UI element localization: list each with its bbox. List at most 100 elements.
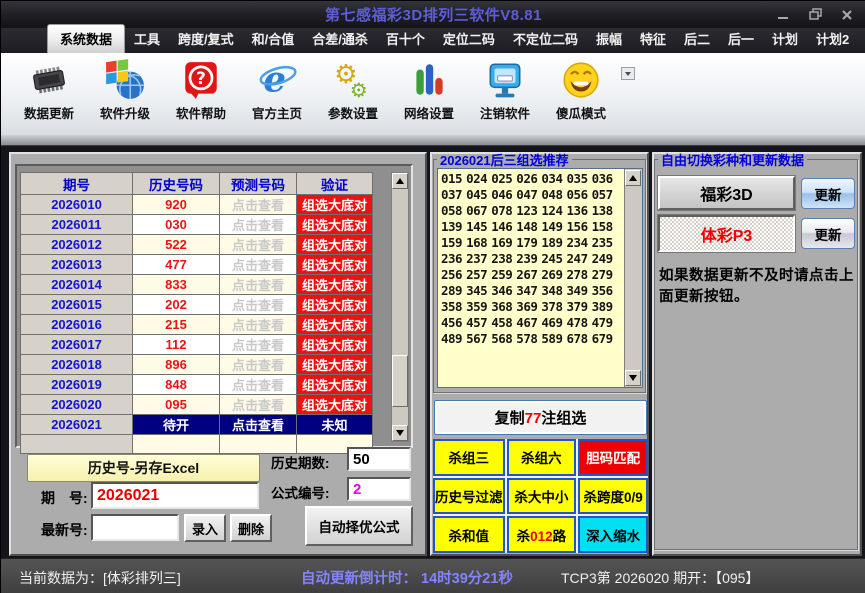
predict-cell[interactable]: 点击查看 <box>219 334 297 355</box>
filter-button-3[interactable]: 历史号过滤 <box>433 477 505 515</box>
help-icon: ? <box>180 59 222 101</box>
filter-button-5[interactable]: 杀跨度0/9 <box>578 477 648 515</box>
tab-10[interactable]: 后二 <box>675 25 719 53</box>
predict-cell[interactable]: 点击查看 <box>219 254 297 275</box>
delete-button[interactable]: 删除 <box>230 514 272 542</box>
toolbar-item-6[interactable]: 注销软件 <box>467 59 543 122</box>
predict-cell[interactable]: 点击查看 <box>219 374 297 395</box>
table-row: 2026014 833 点击查看 组选大底对 <box>20 274 373 295</box>
number-cell: 848 <box>132 374 220 395</box>
periods-input[interactable] <box>347 447 411 471</box>
logout-monitor-icon <box>484 59 526 101</box>
export-excel-button[interactable]: 历史号-另存Excel <box>27 454 260 482</box>
tab-5[interactable]: 百十个 <box>377 25 434 53</box>
tab-9[interactable]: 特征 <box>631 25 675 53</box>
tab-7[interactable]: 不定位二码 <box>504 25 587 53</box>
toolbar-item-5[interactable]: 网络设置 <box>391 59 467 122</box>
scroll-up-icon[interactable] <box>625 170 641 186</box>
toolbar-item-label: 软件帮助 <box>175 107 226 121</box>
number-cell: 202 <box>132 294 220 315</box>
copy-count: 77 <box>524 410 542 427</box>
table-row: 2026021 待开 点击查看 未知 <box>20 414 373 435</box>
current-data-status: 当前数据为：[体彩排列三] <box>19 570 181 586</box>
filter-button-2[interactable]: 胆码匹配 <box>578 439 648 476</box>
minimize-button[interactable] <box>774 7 792 23</box>
table-row: 2026011 030 点击查看 组选大底对 <box>20 214 373 235</box>
upgrade-icon <box>104 59 146 101</box>
toolbar-item-label: 注销软件 <box>479 107 530 121</box>
toolbar-item-3[interactable]: e 官方主页 <box>239 59 315 122</box>
filter-button-7[interactable]: 杀012路 <box>506 516 577 553</box>
issue-cell: 2026013 <box>20 254 133 275</box>
predict-cell[interactable]: 点击查看 <box>219 274 297 295</box>
scroll-up-icon[interactable] <box>392 173 408 189</box>
verify-cell: 组选大底对 <box>296 354 373 375</box>
toolbar-item-1[interactable]: 软件升级 <box>87 59 163 122</box>
table-row: 2026020 095 点击查看 组选大底对 <box>20 394 373 415</box>
toolbar-item-7[interactable]: 傻瓜模式 <box>543 59 619 122</box>
tab-6[interactable]: 定位二码 <box>434 25 504 53</box>
predict-cell[interactable]: 点击查看 <box>219 314 297 335</box>
tab-0[interactable]: 系统数据 <box>47 24 126 53</box>
history-table: 期号 历史号码 预测号码 验证 2026010 920 点击查看 组选大底对 2026011 03… <box>20 172 373 454</box>
issue-input[interactable] <box>91 482 259 509</box>
predict-cell[interactable]: 点击查看 <box>219 214 297 235</box>
tab-13[interactable]: 计划2 <box>807 25 858 53</box>
scrollbar-thumb[interactable] <box>392 355 408 407</box>
filter-button-4[interactable]: 杀大中小 <box>506 477 577 515</box>
scroll-down-icon[interactable] <box>625 370 641 386</box>
verify-cell: 组选大底对 <box>296 254 373 275</box>
enter-button[interactable]: 录入 <box>184 514 226 542</box>
predict-cell[interactable]: 点击查看 <box>219 414 297 435</box>
toolbar-item-0[interactable]: 数据更新 <box>11 59 87 122</box>
filter-button-0[interactable]: 杀组三 <box>433 439 505 476</box>
auto-formula-button[interactable]: 自动择优公式 <box>305 506 413 546</box>
latest-label: 最新号: <box>41 522 88 538</box>
tab-2[interactable]: 跨度/复式 <box>169 25 243 53</box>
toolbar-item-2[interactable]: ? 软件帮助 <box>163 59 239 122</box>
numbers-scrollbar[interactable] <box>624 169 642 387</box>
tab-3[interactable]: 和/合值 <box>243 25 304 53</box>
tab-12[interactable]: 计划 <box>763 25 807 53</box>
filter-button-6[interactable]: 杀和值 <box>433 516 505 553</box>
filter-button-1[interactable]: 杀组六 <box>506 439 577 476</box>
update-ticai-button[interactable]: 更新 <box>801 218 855 249</box>
update-fucai-button[interactable]: 更新 <box>801 178 855 209</box>
tab-8[interactable]: 振幅 <box>587 25 631 53</box>
filter-button-grid: 杀组三 杀组六 胆码匹配历史号过滤 杀大中小 杀跨度0/9 杀和值 杀012路 深入缩水 <box>433 439 648 553</box>
svg-text:e: e <box>263 59 286 101</box>
tab-11[interactable]: 后一 <box>719 25 763 53</box>
fucai-3d-button[interactable]: 福彩3D <box>657 175 796 211</box>
last-open-status: TCP3第 2026020 期开：【095】 <box>561 570 760 586</box>
predict-cell[interactable]: 点击查看 <box>219 234 297 255</box>
number-cell: 522 <box>132 234 220 255</box>
copy-suffix: 注组选 <box>541 410 587 427</box>
column-header: 预测号码 <box>219 172 297 195</box>
toolbar-item-label: 傻瓜模式 <box>555 107 606 121</box>
switch-panel: 自由切换彩种和更新数据 福彩3D 更新 体彩P3 更新 如果数据更新不及时请点击… <box>652 150 862 556</box>
predict-cell[interactable]: 点击查看 <box>219 354 297 375</box>
latest-number-input[interactable] <box>91 514 179 541</box>
issue-cell: 2026017 <box>20 334 133 355</box>
table-scrollbar[interactable] <box>391 172 409 442</box>
toolbar-item-4[interactable]: ⚙ ⚙ 参数设置 <box>315 59 391 122</box>
close-button[interactable] <box>838 7 856 23</box>
predict-cell[interactable]: 点击查看 <box>219 194 297 215</box>
copy-selections-button[interactable]: 复制77注组选 <box>434 400 647 435</box>
formula-input[interactable] <box>347 477 411 501</box>
table-row: 2026018 896 点击查看 组选大底对 <box>20 354 373 375</box>
predict-cell[interactable]: 点击查看 <box>219 394 297 415</box>
restore-button[interactable] <box>806 7 824 23</box>
predict-cell[interactable]: 点击查看 <box>219 294 297 315</box>
recommend-numbers-text[interactable]: 015 024 025 026 034 035 036 037 045 046 … <box>438 169 625 387</box>
table-row: 2026013 477 点击查看 组选大底对 <box>20 254 373 275</box>
predict-cell[interactable] <box>219 434 297 454</box>
verify-cell: 组选大底对 <box>296 294 373 315</box>
tab-1[interactable]: 工具 <box>125 25 169 53</box>
issue-cell: 2026019 <box>20 374 133 395</box>
filter-button-8[interactable]: 深入缩水 <box>578 516 648 553</box>
scroll-down-icon[interactable] <box>392 425 408 441</box>
toolbar-overflow-icon[interactable] <box>621 67 635 80</box>
tab-4[interactable]: 合差/通杀 <box>303 25 377 53</box>
ticai-p3-button[interactable]: 体彩P3 <box>657 214 796 253</box>
